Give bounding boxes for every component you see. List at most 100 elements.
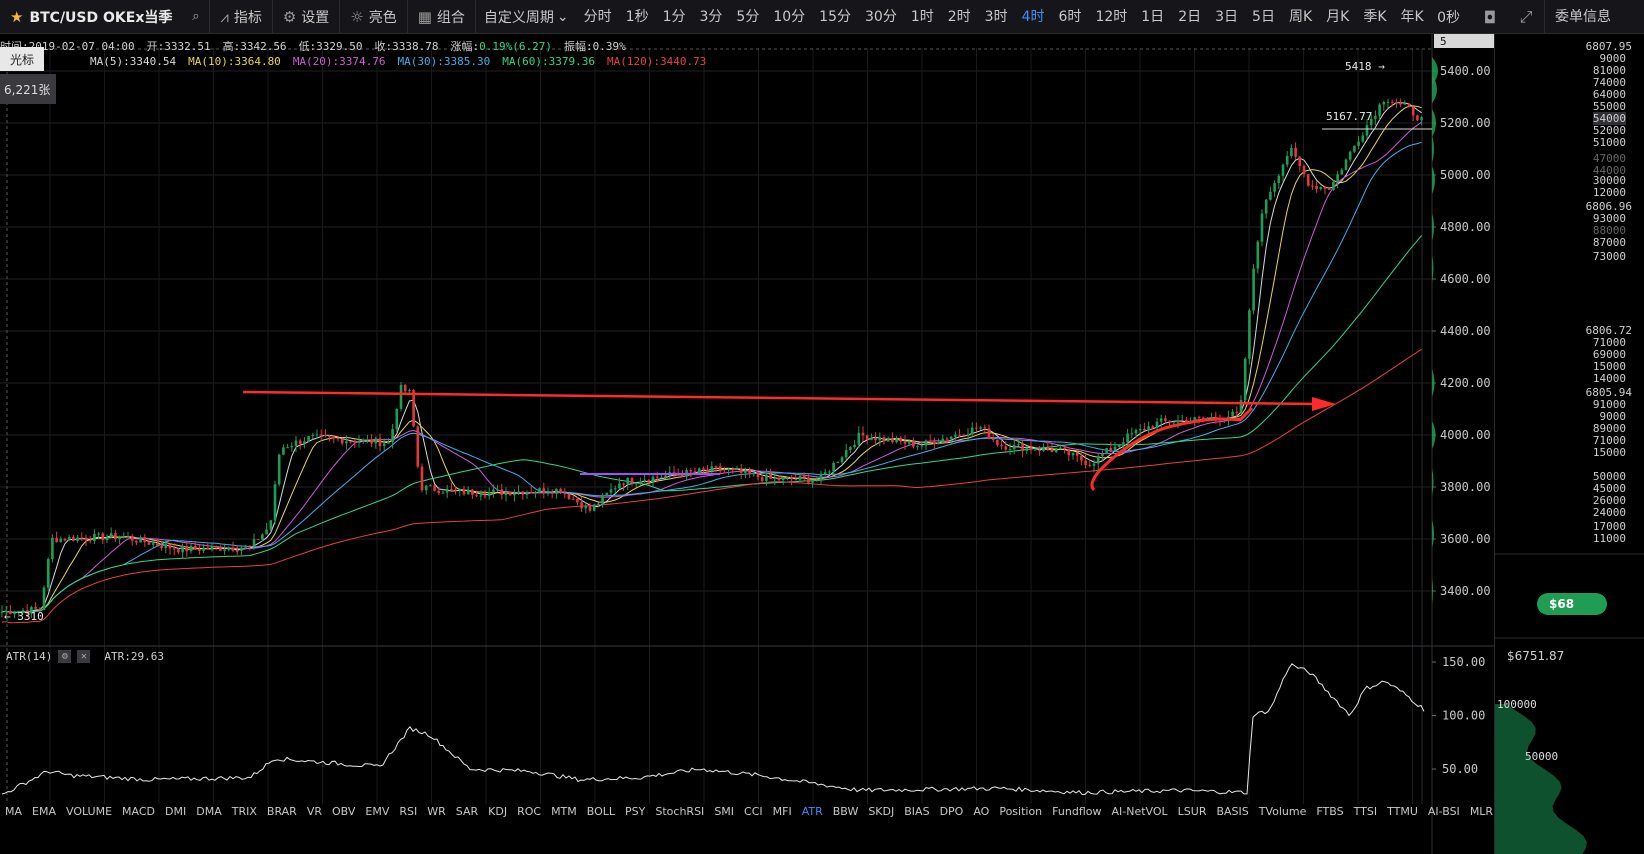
period-tab[interactable]: 12时 bbox=[1088, 0, 1134, 34]
period-tab[interactable]: 5分 bbox=[729, 0, 766, 34]
indicator-tab[interactable]: AI-BSI bbox=[1423, 804, 1465, 820]
period-tab[interactable]: 分时 bbox=[577, 0, 619, 34]
period-tab[interactable]: 3时 bbox=[978, 0, 1015, 34]
indicator-tab[interactable]: CCI bbox=[739, 804, 768, 820]
favorite-star-icon[interactable]: ★ bbox=[10, 8, 23, 26]
candle-body bbox=[538, 488, 541, 493]
layout-button[interactable]: ▦ 组合 bbox=[408, 0, 476, 34]
volume-profile bbox=[1432, 213, 1434, 241]
fullscreen-icon[interactable]: ⤢ bbox=[1508, 0, 1544, 34]
candle-body bbox=[731, 469, 735, 471]
indicator-tab[interactable]: SAR bbox=[451, 804, 483, 820]
indicator-tab[interactable]: OBV bbox=[327, 804, 360, 820]
period-tab[interactable]: 3分 bbox=[693, 0, 730, 34]
last-price-button[interactable]: $68 bbox=[1537, 593, 1607, 615]
custom-period-dropdown[interactable]: 自定义周期 ⌄ bbox=[476, 0, 577, 34]
indicator-tab[interactable]: VOLUME bbox=[61, 804, 117, 820]
period-tab[interactable]: 1时 bbox=[904, 0, 941, 34]
indicator-tab[interactable]: TTSI bbox=[1349, 804, 1382, 820]
candle-body bbox=[424, 485, 428, 491]
indicator-tab[interactable]: TTMU bbox=[1382, 804, 1423, 820]
indicator-tab[interactable]: SKDJ bbox=[863, 804, 899, 820]
price-chart[interactable]: 5418 → 5167.77 ← 3310 5400.00 5200.00 5000.0… bbox=[0, 34, 1494, 854]
period-tab[interactable]: 10分 bbox=[766, 0, 812, 34]
indicator-tab[interactable]: WR bbox=[422, 804, 451, 820]
candle-body bbox=[160, 545, 163, 549]
candle-body bbox=[126, 536, 130, 538]
indicator-tab[interactable]: RSI bbox=[394, 804, 422, 820]
period-tab[interactable]: 4时 bbox=[1015, 0, 1052, 34]
price-tick-label: 3800.00 bbox=[1440, 480, 1491, 494]
indicator-tab[interactable]: BIAS bbox=[899, 804, 934, 820]
indicator-tab[interactable]: AO bbox=[968, 804, 994, 820]
atr-tick-label: 100.00 bbox=[1442, 709, 1485, 723]
symbol-selector[interactable]: ★ BTC/USD OKEx当季 bbox=[0, 0, 182, 34]
indicator-tab[interactable]: DMA bbox=[191, 804, 227, 820]
indicator-tab[interactable]: BBW bbox=[828, 804, 864, 820]
indicator-tab[interactable]: BRAR bbox=[262, 804, 302, 820]
candle-body bbox=[277, 454, 281, 485]
indicator-tab[interactable]: EMA bbox=[27, 804, 61, 820]
candle-body bbox=[941, 438, 945, 443]
indicator-tab[interactable]: BOLL bbox=[582, 804, 620, 820]
candle-body bbox=[1105, 448, 1108, 455]
candle-body bbox=[580, 502, 583, 509]
candle-body bbox=[399, 384, 403, 409]
candle-body bbox=[1101, 454, 1104, 456]
indicator-tab[interactable]: TVolume bbox=[1254, 804, 1312, 820]
period-tab[interactable]: 周K bbox=[1282, 0, 1319, 34]
candle-body bbox=[109, 533, 113, 538]
settings-button[interactable]: ⚙ 设置 bbox=[273, 0, 341, 34]
indicator-tab[interactable]: AI-NetVOL bbox=[1106, 804, 1172, 820]
candle-body bbox=[651, 476, 655, 482]
close-icon[interactable]: ✕ bbox=[77, 650, 91, 663]
indicator-tab[interactable]: LSUR bbox=[1173, 804, 1212, 820]
indicators-button[interactable]: ⩘ 指标 bbox=[210, 0, 273, 34]
period-tab[interactable]: 3日 bbox=[1208, 0, 1245, 34]
indicator-tab[interactable]: KDJ bbox=[483, 804, 512, 820]
indicator-tab[interactable]: TRIX bbox=[227, 804, 262, 820]
indicator-tab[interactable]: VR bbox=[302, 804, 327, 820]
indicator-tab[interactable]: BASIS bbox=[1211, 804, 1253, 820]
indicator-tab[interactable]: MTM bbox=[546, 804, 582, 820]
indicator-tab[interactable]: Fundflow bbox=[1047, 804, 1106, 820]
period-tab[interactable]: 5日 bbox=[1245, 0, 1282, 34]
volume-profile bbox=[1432, 135, 1434, 163]
period-tab[interactable]: 月K bbox=[1319, 0, 1356, 34]
candle-body bbox=[907, 440, 911, 444]
candle-body bbox=[1365, 125, 1369, 136]
period-tab[interactable]: 2日 bbox=[1171, 0, 1208, 34]
indicator-tab[interactable]: MLR bbox=[1465, 804, 1494, 820]
gear-icon[interactable]: ⚙ bbox=[58, 650, 72, 663]
period-tab[interactable]: 1日 bbox=[1134, 0, 1171, 34]
indicator-tab[interactable]: SMI bbox=[709, 804, 739, 820]
indicator-tab[interactable]: MACD bbox=[117, 804, 160, 820]
indicator-tab[interactable]: DPO bbox=[935, 804, 969, 820]
period-tab[interactable]: 1秒 bbox=[619, 0, 656, 34]
period-tab[interactable]: 30分 bbox=[858, 0, 904, 34]
camera-icon[interactable]: ◘ bbox=[1472, 0, 1508, 34]
orderbook-row: 15000 bbox=[1592, 446, 1626, 459]
period-tab[interactable]: 6时 bbox=[1052, 0, 1089, 34]
indicator-tab[interactable]: StochRSI bbox=[650, 804, 709, 820]
search-icon[interactable]: ⌕ bbox=[182, 0, 211, 34]
cursor-tag[interactable]: 光标 bbox=[0, 47, 44, 71]
chart-area[interactable]: 5418 → 5167.77 ← 3310 5400.00 5200.00 5000.0… bbox=[0, 34, 1494, 854]
indicator-tab[interactable]: FTBS bbox=[1311, 804, 1348, 820]
indicator-tab[interactable]: PSY bbox=[620, 804, 650, 820]
candle-body bbox=[88, 540, 92, 542]
candle-body bbox=[790, 476, 793, 480]
indicator-tab[interactable]: ATR bbox=[797, 804, 828, 820]
period-tab[interactable]: 季K bbox=[1356, 0, 1393, 34]
period-tab[interactable]: 15分 bbox=[812, 0, 858, 34]
indicator-tab[interactable]: Position bbox=[994, 804, 1047, 820]
period-tab[interactable]: 2时 bbox=[941, 0, 978, 34]
theme-button[interactable]: ☼ 亮色 bbox=[340, 0, 408, 34]
indicator-tab[interactable]: MFI bbox=[768, 804, 797, 820]
indicator-tab[interactable]: MA bbox=[0, 804, 27, 820]
period-tab[interactable]: 1分 bbox=[656, 0, 693, 34]
indicator-tab[interactable]: DMI bbox=[160, 804, 191, 820]
indicator-tab[interactable]: EMV bbox=[360, 804, 394, 820]
indicator-tab[interactable]: ROC bbox=[512, 804, 546, 820]
candle-body bbox=[324, 434, 327, 436]
